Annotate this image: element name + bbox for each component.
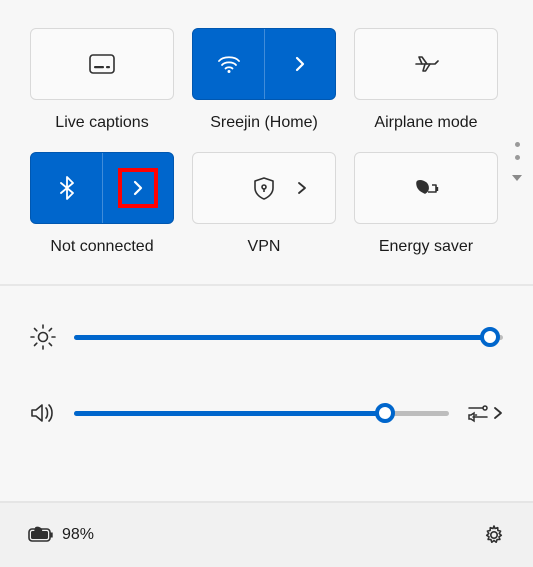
battery-status[interactable]: 98% xyxy=(28,526,94,544)
tile-label: VPN xyxy=(248,238,281,256)
chevron-right-icon[interactable] xyxy=(297,181,307,195)
slider-thumb[interactable] xyxy=(375,403,395,423)
chevron-down-icon[interactable] xyxy=(511,174,523,182)
slider-fill xyxy=(74,411,385,416)
wifi-icon xyxy=(217,54,241,74)
captions-icon xyxy=(89,54,115,74)
tile-group-energy: Energy saver xyxy=(354,152,498,256)
live-captions-tile[interactable] xyxy=(30,28,174,100)
panel-edge-controls xyxy=(511,142,523,182)
energy-saver-tile[interactable] xyxy=(354,152,498,224)
brightness-icon xyxy=(30,324,56,350)
bluetooth-icon xyxy=(59,176,75,200)
volume-row xyxy=(30,390,503,436)
status-bar: 98% xyxy=(0,501,533,567)
bluetooth-expand-half[interactable] xyxy=(102,153,173,223)
speaker-icon xyxy=(30,402,56,424)
audio-output-picker[interactable] xyxy=(467,403,503,423)
airplane-tile[interactable] xyxy=(354,28,498,100)
tile-divider xyxy=(264,29,265,99)
tile-label: Live captions xyxy=(55,114,148,132)
volume-slider[interactable] xyxy=(74,403,449,423)
tile-label: Not connected xyxy=(50,238,153,256)
slider-fill xyxy=(74,335,490,340)
wifi-toggle-half[interactable] xyxy=(193,29,264,99)
bluetooth-tile[interactable] xyxy=(30,152,174,224)
shield-lock-icon xyxy=(253,176,275,200)
edge-dot xyxy=(515,142,520,147)
leaf-battery-icon xyxy=(412,178,440,198)
audio-device-icon xyxy=(467,403,489,423)
tile-group-wifi: Sreejin (Home) xyxy=(192,28,336,132)
wifi-tile[interactable] xyxy=(192,28,336,100)
tiles-grid: Live captions Sreejin (Home) xyxy=(0,0,533,276)
slider-thumb[interactable] xyxy=(480,327,500,347)
sliders-section xyxy=(0,284,533,460)
brightness-row xyxy=(30,314,503,360)
chevron-right-icon xyxy=(493,406,503,420)
tile-label: Sreejin (Home) xyxy=(210,114,318,132)
tile-group-live-captions: Live captions xyxy=(30,28,174,132)
tile-label: Energy saver xyxy=(379,238,473,256)
chevron-right-icon xyxy=(293,55,307,73)
quick-settings-panel: Live captions Sreejin (Home) xyxy=(0,0,533,567)
battery-text: 98% xyxy=(62,526,94,544)
chevron-right-icon xyxy=(131,179,145,197)
vpn-tile[interactable] xyxy=(192,152,336,224)
bluetooth-toggle-half[interactable] xyxy=(31,153,102,223)
edge-dot xyxy=(515,155,520,160)
tile-group-airplane: Airplane mode xyxy=(354,28,498,132)
wifi-expand-half[interactable] xyxy=(264,29,335,99)
battery-icon xyxy=(28,526,54,544)
gear-icon xyxy=(483,524,505,546)
brightness-slider[interactable] xyxy=(74,327,503,347)
airplane-icon xyxy=(413,53,439,75)
tile-group-bluetooth: Not connected xyxy=(30,152,174,256)
tile-label: Airplane mode xyxy=(374,114,477,132)
settings-button[interactable] xyxy=(483,524,505,546)
tile-group-vpn: VPN xyxy=(192,152,336,256)
